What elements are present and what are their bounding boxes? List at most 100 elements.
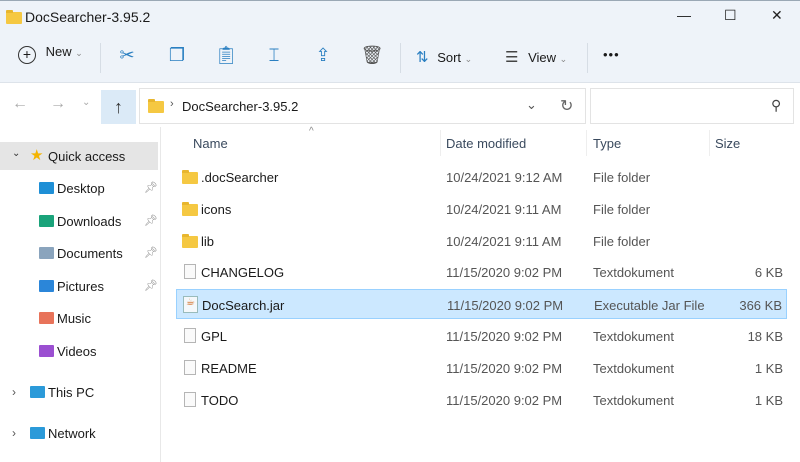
sidebar-item-this-pc[interactable]: › This PC: [0, 383, 158, 403]
sort-icon: ⇅: [416, 49, 429, 66]
file-type: Textdokument: [593, 392, 674, 408]
forward-icon[interactable]: →: [50, 95, 66, 113]
file-row[interactable]: lib 10/24/2021 9:11 AM File folder: [176, 226, 787, 256]
file-row[interactable]: ☕︎ DocSearch.jar 11/15/2020 9:02 PM Execu…: [176, 289, 787, 320]
sidebar-item-documents[interactable]: Documents 📌︎: [0, 243, 158, 265]
star-icon: ★: [30, 147, 44, 164]
minimize-button[interactable]: —: [677, 7, 691, 23]
desktop-folder-icon: [39, 182, 54, 194]
recent-chevron-icon[interactable]: ⌄: [82, 97, 90, 108]
text-file-icon: [184, 359, 196, 375]
sidebar-item-downloads[interactable]: Downloads 📌︎: [0, 211, 158, 233]
sidebar-item-music[interactable]: Music: [0, 308, 158, 330]
sidebar-item-pictures[interactable]: Pictures 📌︎: [0, 276, 158, 298]
share-icon[interactable]: ⇪: [311, 45, 335, 66]
more-options-button[interactable]: •••: [603, 47, 620, 62]
file-type: Textdokument: [593, 265, 674, 281]
view-button[interactable]: ☰ View ⌄: [505, 48, 567, 66]
text-file-icon: [184, 328, 196, 343]
file-name: TODO: [201, 392, 239, 408]
file-date: 10/24/2021 9:11 AM: [446, 233, 562, 249]
plus-icon: +: [18, 46, 36, 64]
column-header-date[interactable]: Date modified: [446, 136, 526, 151]
file-date: 11/15/2020 9:02 PM: [447, 298, 564, 314]
file-type: Textdokument: [593, 329, 674, 344]
sidebar-item-desktop[interactable]: Desktop 📌︎: [0, 178, 158, 200]
file-date: 10/24/2021 9:11 AM: [446, 201, 562, 217]
file-date: 11/15/2020 9:02 PM: [446, 360, 563, 376]
file-name: .docSearcher: [201, 170, 279, 185]
sidebar-item-videos[interactable]: Videos: [0, 341, 158, 363]
pin-icon[interactable]: 📌︎: [144, 279, 158, 292]
file-type: File folder: [593, 233, 651, 249]
file-type: File folder: [593, 201, 651, 217]
folder-icon: [182, 233, 198, 248]
navigation-bar: ← → ⌄ ↑ › DocSearcher-3.95.2 ⌄ ↻ ⚲: [0, 83, 800, 127]
file-type: Textdokument: [593, 360, 674, 376]
pin-icon[interactable]: 📌︎: [144, 181, 158, 194]
documents-folder-icon: [39, 247, 54, 260]
file-name: README: [201, 360, 257, 376]
file-row[interactable]: .docSearcher 10/24/2021 9:12 AM File fol…: [176, 162, 787, 192]
folder-icon: [6, 10, 22, 24]
file-size: 1 KB: [754, 392, 783, 408]
sidebar-item-quick-access[interactable]: ⌄ ★ Quick access: [0, 142, 158, 170]
file-row[interactable]: README 11/15/2020 9:02 PM Textdokument 1…: [176, 353, 787, 383]
up-button[interactable]: ↑: [101, 90, 136, 124]
title-bar: DocSearcher-3.95.2 — ☐ ✕: [0, 0, 800, 33]
java-jar-icon: ☕︎: [183, 296, 198, 314]
music-folder-icon: [39, 312, 54, 325]
refresh-icon[interactable]: ↻: [560, 96, 573, 116]
folder-icon: [148, 99, 164, 113]
videos-folder-icon: [39, 345, 54, 357]
computer-icon: [30, 386, 45, 398]
breadcrumb[interactable]: DocSearcher-3.95.2: [182, 99, 298, 114]
sort-button[interactable]: ⇅ Sort ⌄: [416, 48, 472, 66]
text-file-icon: [184, 391, 196, 407]
file-size: 18 KB: [747, 329, 783, 344]
column-header-size[interactable]: Size: [715, 136, 740, 151]
back-icon[interactable]: ←: [12, 95, 28, 113]
file-row[interactable]: TODO 11/15/2020 9:02 PM Textdokument 1 K…: [176, 385, 787, 415]
window-title: DocSearcher-3.95.2: [25, 9, 151, 25]
maximize-button[interactable]: ☐: [724, 7, 737, 24]
address-bar[interactable]: › DocSearcher-3.95.2 ⌄ ↻: [139, 88, 586, 124]
delete-icon[interactable]: 🗑︎: [360, 45, 384, 66]
file-size: 1 KB: [754, 360, 783, 376]
search-input[interactable]: ⚲: [590, 88, 794, 124]
copy-icon[interactable]: ❐: [165, 45, 189, 66]
cut-icon[interactable]: ✂: [115, 45, 139, 66]
pin-icon[interactable]: 📌︎: [144, 246, 158, 259]
downloads-folder-icon: [39, 214, 54, 227]
file-row[interactable]: CHANGELOG 11/15/2020 9:02 PM Textdokumen…: [176, 257, 787, 287]
file-date: 11/15/2020 9:02 PM: [446, 265, 563, 281]
column-header-name[interactable]: Name: [193, 136, 228, 151]
paste-icon[interactable]: 📋︎: [214, 45, 238, 66]
file-size: 366 KB: [739, 298, 782, 314]
close-button[interactable]: ✕: [771, 7, 783, 24]
pin-icon[interactable]: 📌︎: [144, 214, 158, 227]
file-type: Executable Jar File: [594, 298, 705, 314]
file-type: File folder: [593, 170, 651, 185]
new-label: New: [45, 44, 72, 59]
file-row[interactable]: icons 10/24/2021 9:11 AM File folder: [176, 194, 787, 224]
file-date: 11/15/2020 9:02 PM: [446, 392, 563, 408]
sort-ascending-icon: ^: [309, 126, 314, 137]
command-bar: + New ⌄ ✂ ❐ 📋︎ ⌶ ⇪ 🗑︎ ⇅ Sort ⌄ ☰ View ⌄ …: [0, 33, 800, 83]
pictures-folder-icon: [39, 279, 54, 292]
rename-icon[interactable]: ⌶: [262, 45, 286, 66]
sidebar-item-network[interactable]: › Network: [0, 424, 158, 444]
network-icon: [30, 427, 45, 439]
file-name: DocSearch.jar: [202, 298, 285, 314]
search-icon: ⚲: [771, 97, 782, 113]
view-icon: ☰: [505, 49, 519, 66]
address-dropdown-icon[interactable]: ⌄: [526, 97, 537, 113]
file-size: 6 KB: [754, 265, 783, 281]
file-name: GPL: [201, 329, 228, 344]
file-name: CHANGELOG: [201, 265, 285, 281]
new-button[interactable]: + New ⌄: [18, 44, 83, 64]
folder-icon: [182, 170, 198, 184]
file-date: 10/24/2021 9:12 AM: [446, 170, 563, 185]
column-header-type[interactable]: Type: [593, 136, 621, 151]
file-row[interactable]: GPL 11/15/2020 9:02 PM Textdokument 18 K…: [176, 321, 787, 351]
